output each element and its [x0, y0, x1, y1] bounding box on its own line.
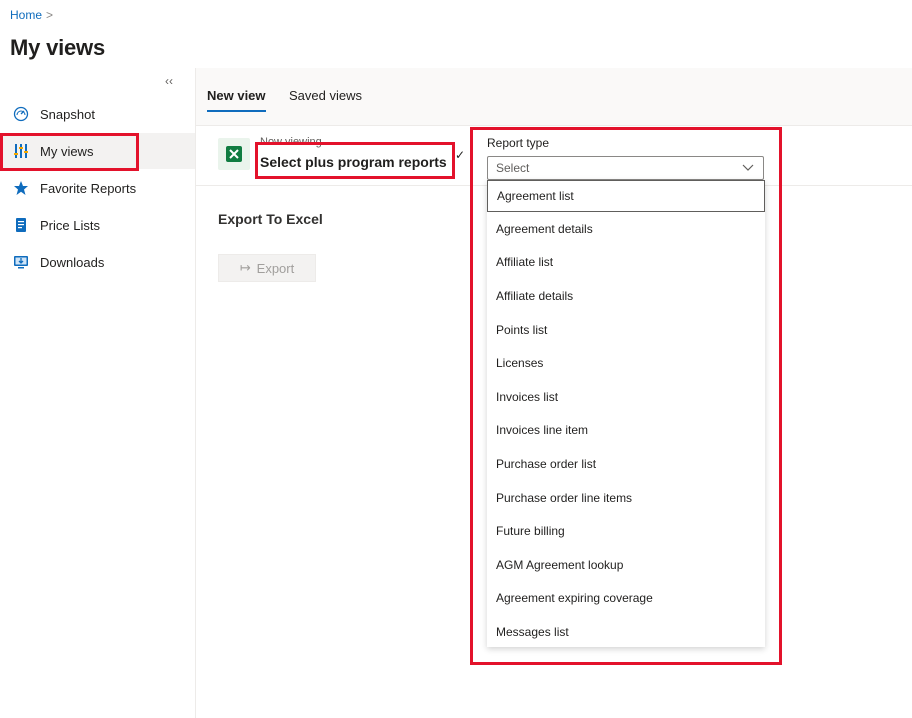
report-type-placeholder: Select	[496, 161, 530, 175]
sidebar: ‹‹ Snapshot My views Favorite Reports Pr…	[0, 68, 196, 718]
page-title: My views	[10, 35, 106, 60]
export-arrow-icon: ↦	[239, 260, 251, 275]
sidebar-item-label: Price Lists	[40, 217, 100, 233]
export-button-label: Export	[256, 260, 295, 276]
sidebar-item-price-lists[interactable]: Price Lists	[0, 207, 195, 243]
sidebar-item-my-views[interactable]: My views	[0, 133, 195, 169]
view-tabs: New view Saved views	[196, 68, 912, 126]
option-affiliate-list[interactable]: Affiliate list	[487, 246, 765, 280]
sidebar-item-label: Snapshot	[40, 106, 95, 122]
tab-saved-views[interactable]: Saved views	[289, 88, 362, 103]
sidebar-item-label: Favorite Reports	[40, 180, 137, 196]
sidebar-item-snapshot[interactable]: Snapshot	[0, 96, 195, 132]
option-messages-list[interactable]: Messages list	[487, 615, 765, 649]
sidebar-item-favorite-reports[interactable]: Favorite Reports	[0, 170, 195, 206]
option-purchase-order-line-items[interactable]: Purchase order line items	[487, 481, 765, 515]
star-icon	[12, 179, 30, 197]
option-agm-agreement-lookup[interactable]: AGM Agreement lookup	[487, 548, 765, 582]
export-heading: Export To Excel	[218, 211, 323, 227]
option-points-list[interactable]: Points list	[487, 313, 765, 347]
gauge-icon	[12, 105, 30, 123]
option-agreement-expiring-coverage[interactable]: Agreement expiring coverage	[487, 582, 765, 616]
breadcrumb-separator: >	[46, 8, 54, 22]
report-type-select[interactable]: Select	[487, 156, 764, 180]
chevron-down-icon	[741, 160, 755, 177]
check-icon: ✓	[455, 148, 466, 162]
option-agreement-list[interactable]: Agreement list	[487, 180, 765, 212]
breadcrumb: Home >	[10, 8, 53, 22]
sidebar-item-label: My views	[40, 143, 94, 159]
download-icon	[12, 253, 30, 271]
option-invoices-list[interactable]: Invoices list	[487, 380, 765, 414]
option-invoices-line-item[interactable]: Invoices line item	[487, 414, 765, 448]
export-button[interactable]: ↦ Export	[218, 254, 316, 282]
report-type-options: Agreement list Agreement details Affilia…	[487, 180, 765, 647]
price-list-icon	[12, 216, 30, 234]
option-future-billing[interactable]: Future billing	[487, 514, 765, 548]
now-viewing-caption: Now viewing	[260, 136, 322, 148]
collapse-sidebar-button[interactable]: ‹‹	[165, 74, 173, 88]
tab-new-view[interactable]: New view	[207, 88, 266, 112]
option-purchase-order-list[interactable]: Purchase order list	[487, 447, 765, 481]
current-view-name[interactable]: Select plus program reports	[260, 154, 447, 170]
report-type-label: Report type	[487, 136, 550, 150]
sliders-icon	[12, 142, 30, 160]
excel-icon	[218, 138, 250, 170]
option-agreement-details[interactable]: Agreement details	[487, 212, 765, 246]
option-affiliate-details[interactable]: Affiliate details	[487, 279, 765, 313]
sidebar-item-downloads[interactable]: Downloads	[0, 244, 195, 280]
sidebar-item-label: Downloads	[40, 254, 105, 270]
breadcrumb-home-link[interactable]: Home	[10, 8, 42, 22]
option-licenses[interactable]: Licenses	[487, 346, 765, 380]
